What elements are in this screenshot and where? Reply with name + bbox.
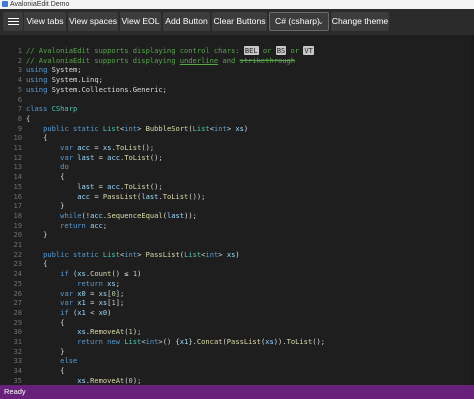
line-number: 2 [17,55,22,65]
line-code: // AvaloniaEdit supports displaying cont… [26,46,314,55]
language-select[interactable]: C# (csharp) ⌄ [269,12,329,31]
line-code: } [26,201,65,211]
line-code: using System; [26,65,82,75]
line-number: 13 [13,162,22,172]
window-titlebar: AvaloniaEdit Demo [0,0,474,9]
line-number: 33 [13,356,22,366]
line-number: 15 [13,181,22,191]
line-code: if (x1 < x0) [60,307,112,317]
add-button-button[interactable]: Add Button [163,12,210,31]
view-eol-button[interactable]: View EOL [120,12,161,31]
line-code: do [60,162,69,172]
line-code: } [26,346,65,356]
line-code: using System.Linq; [26,75,103,85]
line-code: } [26,230,48,240]
status-text: Ready [4,387,26,396]
line-code: using System.Collections.Generic; [26,84,167,94]
hamburger-menu-button[interactable] [3,12,23,31]
line-number: 3 [17,65,22,75]
line-number: 35 [13,375,22,385]
line-code: { [26,366,65,376]
line-number: 14 [13,172,22,182]
line-number: 26 [13,288,22,298]
line-number: 20 [13,230,22,240]
code-editor[interactable]: 1 // AvaloniaEdit supports displaying con… [0,35,474,385]
line-number: 24 [13,269,22,279]
line-number: 23 [13,259,22,269]
status-bar: Ready [0,385,474,399]
line-code: return new List<int>() {x1}.Concat(PassL… [77,337,326,346]
line-number: 34 [13,366,22,376]
line-number: 16 [13,191,22,201]
line-code: while(!acc.SequenceEqual(last)); [60,210,197,220]
line-code: var acc = xs.ToList(); [60,143,155,152]
line-number: 18 [13,210,22,220]
line-number: 17 [13,201,22,211]
app-icon [2,1,8,7]
chevron-down-icon: ⌄ [317,17,324,26]
toolbar: View tabs View spaces View EOL Add Butto… [0,9,474,35]
line-code: return xs; [77,278,120,288]
line-code: { [26,133,48,143]
line-code: xs.RemoveAt(1); [77,327,142,337]
line-code: var x1 = xs[1]; [60,298,125,308]
line-code: { [26,172,65,182]
line-code: public static List<int> PassList(List<in… [43,249,240,259]
line-number: 22 [13,249,22,259]
line-number: 5 [17,84,22,94]
line-code: class CSharp [26,104,78,114]
line-number: 25 [13,278,22,288]
line-code: if (xs.Count() ≤ 1) [60,269,142,279]
line-number: 30 [13,327,22,337]
line-number: 7 [17,104,22,114]
line-code: return acc; [60,220,108,230]
clear-buttons-button[interactable]: Clear Buttons [212,12,267,31]
line-number: 8 [17,113,22,123]
line-code: // AvaloniaEdit supports displaying unde… [26,55,296,65]
language-select-value: C# (csharp) [275,16,320,26]
line-code: xs.RemoveAt(0); [77,375,142,385]
line-number: 27 [13,298,22,308]
line-number: 9 [17,123,22,133]
line-code: { [26,317,65,327]
line-number: 4 [17,75,22,85]
line-number: 1 [17,46,22,55]
line-number: 31 [13,337,22,346]
line-number: 32 [13,346,22,356]
view-tabs-button[interactable]: View tabs [24,12,66,31]
line-code: acc = PassList(last.ToList()); [77,191,206,201]
line-number: 28 [13,307,22,317]
view-spaces-button[interactable]: View spaces [68,12,118,31]
line-number: 10 [13,133,22,143]
line-code: last = acc.ToList(); [77,181,163,191]
line-code: else [60,356,78,366]
line-code: { [26,113,31,123]
line-number: 12 [13,152,22,162]
line-number: 29 [13,317,22,327]
line-number: 6 [17,94,22,104]
line-number: 19 [13,220,22,230]
change-theme-button[interactable]: Change theme [331,12,389,31]
line-number: 21 [13,240,22,249]
window-title: AvaloniaEdit Demo [10,1,70,8]
line-number: 11 [13,143,22,152]
line-code: var x0 = xs[0]; [60,288,125,298]
line-code: var last = acc.ToList(); [60,152,163,162]
line-code: public static List<int> BubbleSort(List<… [43,123,249,133]
line-code: { [26,259,48,269]
